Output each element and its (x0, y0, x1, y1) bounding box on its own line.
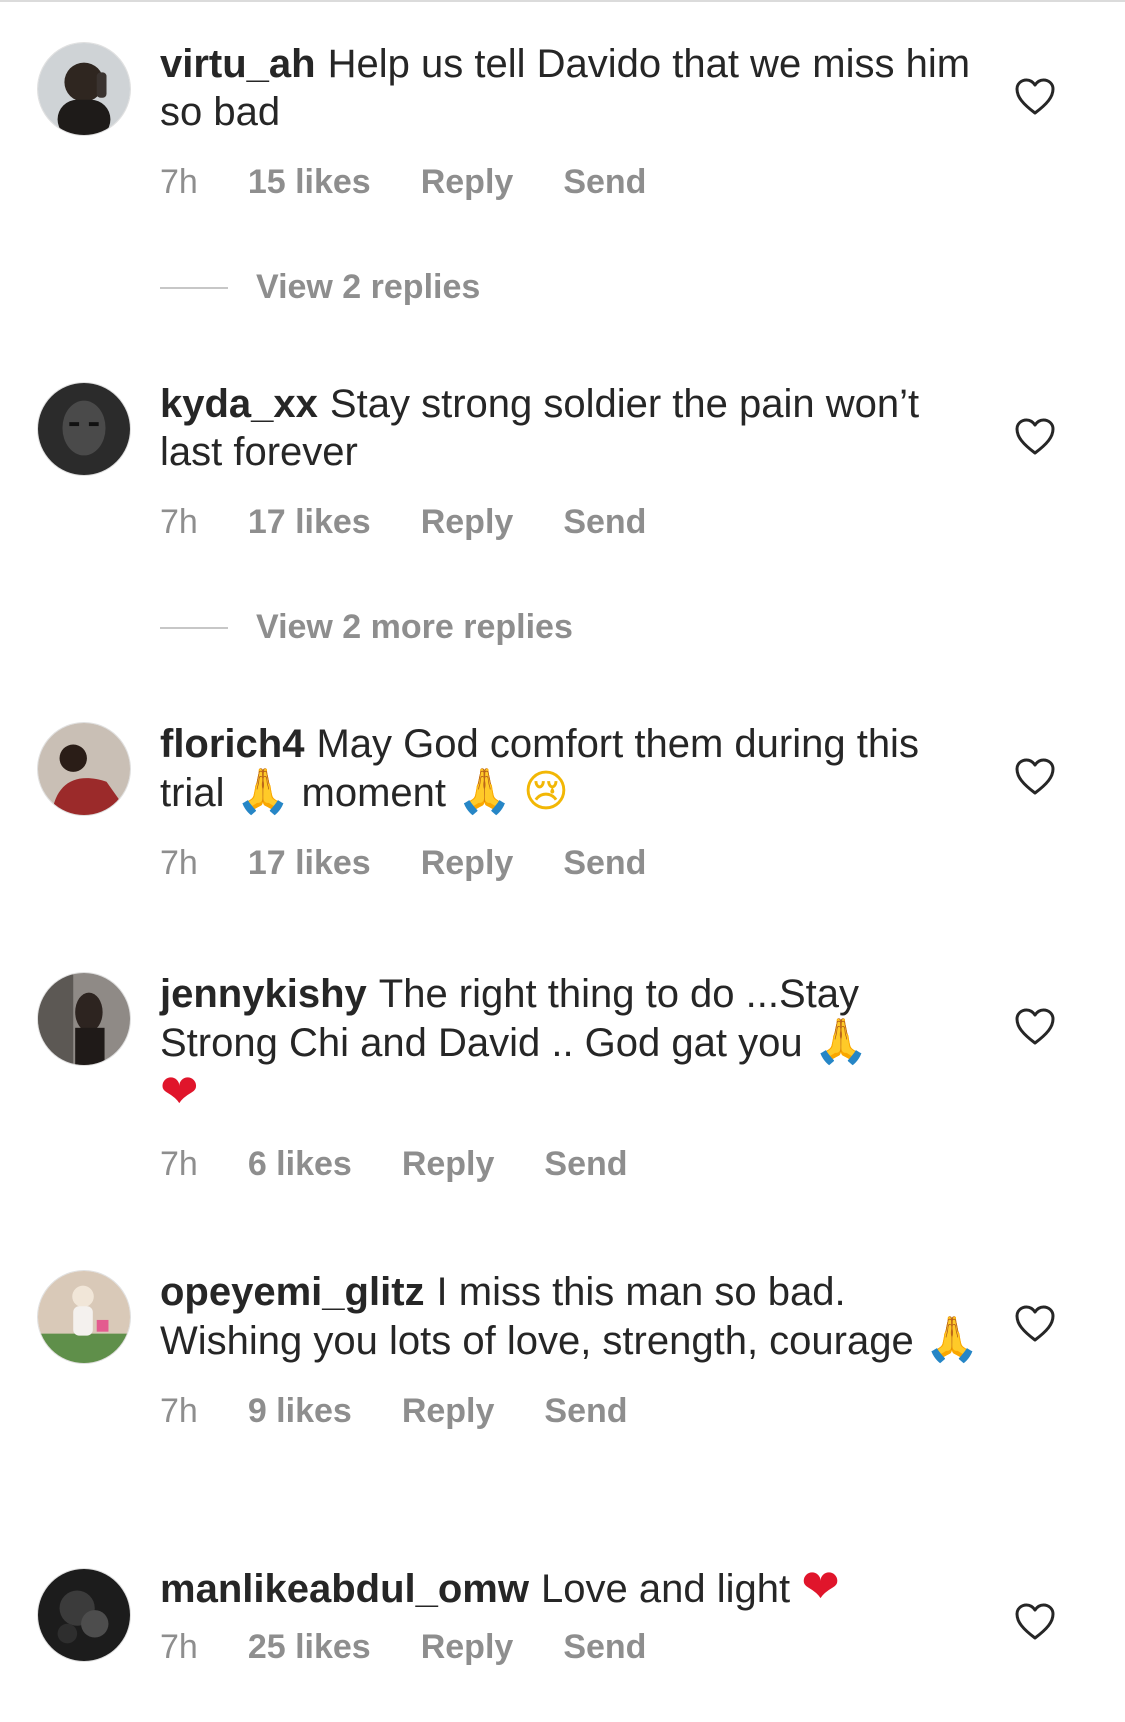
likes-count[interactable]: 17 likes (248, 844, 371, 883)
send-button[interactable]: Send (563, 163, 646, 202)
heart-outline-icon[interactable] (1015, 1008, 1055, 1046)
heart-outline-icon[interactable] (1015, 1305, 1055, 1343)
comment-meta: 7h 6 likes Reply Send (160, 1140, 980, 1188)
comment-time: 7h (160, 1627, 198, 1666)
reply-button[interactable]: Reply (402, 1392, 495, 1431)
comment-username[interactable]: manlikeabdul_omw (160, 1567, 529, 1611)
comment-text: virtu_ah Help us tell Davido that we miss… (160, 40, 980, 136)
comment-username[interactable]: kyda_xx (160, 382, 318, 426)
comment-time: 7h (160, 1144, 198, 1183)
comment-time: 7h (160, 162, 198, 201)
comment-username[interactable]: florich4 (160, 722, 304, 766)
view-replies-label: View 2 more replies (256, 608, 573, 646)
praying-hands-icon: 🙏 (457, 766, 512, 817)
likes-count[interactable]: 17 likes (248, 503, 371, 542)
comment-text: jennykishy The right thing to do ...Stay … (160, 970, 980, 1118)
comment-body-continued: moment (301, 771, 447, 815)
red-heart-icon: ❤ (801, 1559, 840, 1613)
comment-username[interactable]: jennykishy (160, 972, 367, 1016)
comment-text: manlikeabdul_omw Love and light ❤ (160, 1562, 980, 1613)
reply-button[interactable]: Reply (421, 503, 514, 542)
comment-meta: 7h 17 likes Reply Send (160, 498, 980, 546)
avatar[interactable] (37, 1568, 131, 1662)
avatar[interactable] (37, 382, 131, 476)
praying-hands-icon: 🙏 (924, 1314, 980, 1365)
comment-text: opeyemi_glitz I miss this man so bad. Wis… (160, 1268, 980, 1365)
send-button[interactable]: Send (563, 844, 646, 883)
likes-count[interactable]: 6 likes (248, 1145, 352, 1184)
heart-outline-icon[interactable] (1015, 418, 1055, 456)
comment-username[interactable]: virtu_ah (160, 42, 316, 86)
likes-count[interactable]: 9 likes (248, 1392, 352, 1431)
send-button[interactable]: Send (563, 503, 646, 542)
likes-count[interactable]: 15 likes (248, 163, 371, 202)
view-replies-label: View 2 replies (256, 268, 481, 306)
praying-hands-icon: 🙏 (235, 766, 291, 817)
send-button[interactable]: Send (563, 1628, 646, 1667)
comment-meta: 7h 17 likes Reply Send (160, 839, 980, 887)
comment-time: 7h (160, 1391, 198, 1430)
crying-face-icon: 😢 (523, 766, 569, 817)
view-replies-button[interactable]: View 2 more replies (160, 608, 573, 647)
heart-outline-icon[interactable] (1015, 1603, 1055, 1641)
reply-button[interactable]: Reply (421, 844, 514, 883)
comment-body: Love and light (540, 1567, 791, 1611)
comment-meta: 7h 25 likes Reply Send (160, 1623, 980, 1671)
avatar[interactable] (37, 42, 131, 136)
comment-username[interactable]: opeyemi_glitz (160, 1270, 425, 1314)
likes-count[interactable]: 25 likes (248, 1628, 371, 1667)
comment-meta: 7h 9 likes Reply Send (160, 1387, 980, 1435)
reply-button[interactable]: Reply (402, 1145, 495, 1184)
avatar[interactable] (37, 722, 131, 816)
replies-divider (160, 286, 228, 289)
avatar[interactable] (37, 1270, 131, 1364)
reply-button[interactable]: Reply (421, 163, 514, 202)
red-heart-icon: ❤ (160, 1064, 199, 1118)
replies-divider (160, 626, 228, 629)
comment-meta: 7h 15 likes Reply Send (160, 158, 980, 206)
comment-time: 7h (160, 502, 198, 541)
comment-text: kyda_xx Stay strong soldier the pain won’… (160, 380, 980, 476)
send-button[interactable]: Send (544, 1145, 627, 1184)
heart-outline-icon[interactable] (1015, 758, 1055, 796)
send-button[interactable]: Send (544, 1392, 627, 1431)
comment-text: florich4 May God comfort them during this… (160, 720, 980, 817)
praying-hands-icon: 🙏 (813, 1016, 869, 1067)
top-divider (0, 0, 1125, 2)
comment-time: 7h (160, 843, 198, 882)
avatar[interactable] (37, 972, 131, 1066)
reply-button[interactable]: Reply (421, 1628, 514, 1667)
view-replies-button[interactable]: View 2 replies (160, 268, 480, 307)
heart-outline-icon[interactable] (1015, 78, 1055, 116)
